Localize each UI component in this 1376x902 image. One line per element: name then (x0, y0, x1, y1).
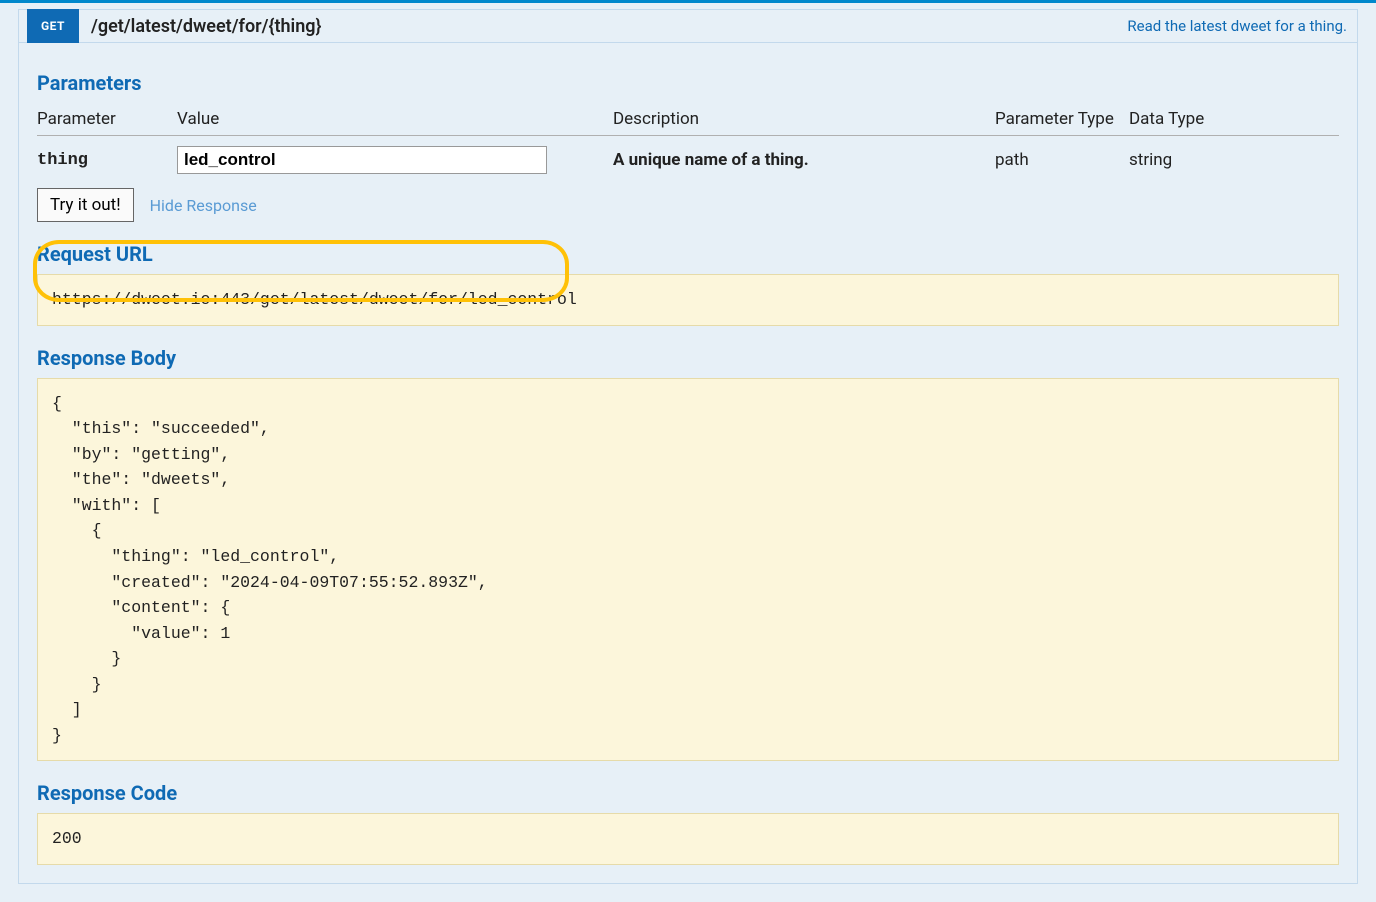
param-type: path (995, 136, 1129, 185)
actions-row: Try it out! Hide Response (37, 188, 1339, 222)
try-it-out-button[interactable]: Try it out! (37, 188, 134, 222)
method-badge: GET (27, 9, 79, 43)
parameters-table: Parameter Value Description Parameter Ty… (37, 103, 1339, 184)
response-code-block: 200 (37, 813, 1339, 865)
param-name: thing (37, 136, 177, 185)
table-row: thing A unique name of a thing. path str… (37, 136, 1339, 185)
col-value: Value (177, 103, 613, 136)
operation-path: /get/latest/dweet/for/{thing} (91, 16, 321, 37)
request-url-heading: Request URL (37, 242, 1339, 266)
operation-summary: Read the latest dweet for a thing. (1127, 17, 1357, 35)
col-parameter-type: Parameter Type (995, 103, 1129, 136)
param-description: A unique name of a thing. (613, 136, 995, 185)
col-data-type: Data Type (1129, 103, 1339, 136)
request-url-block: https://dweet.io:443/get/latest/dweet/fo… (37, 274, 1339, 326)
response-body-heading: Response Body (37, 346, 1339, 370)
operation-content: Parameters Parameter Value Description P… (18, 43, 1358, 884)
hide-response-link[interactable]: Hide Response (150, 196, 257, 215)
operation-header[interactable]: GET /get/latest/dweet/for/{thing} Read t… (18, 9, 1358, 43)
param-data-type: string (1129, 136, 1339, 185)
parameters-heading: Parameters (37, 71, 1339, 95)
col-parameter: Parameter (37, 103, 177, 136)
response-body-block: { "this": "succeeded", "by": "getting", … (37, 378, 1339, 762)
param-value-input[interactable] (177, 146, 547, 174)
col-description: Description (613, 103, 995, 136)
response-code-heading: Response Code (37, 781, 1339, 805)
